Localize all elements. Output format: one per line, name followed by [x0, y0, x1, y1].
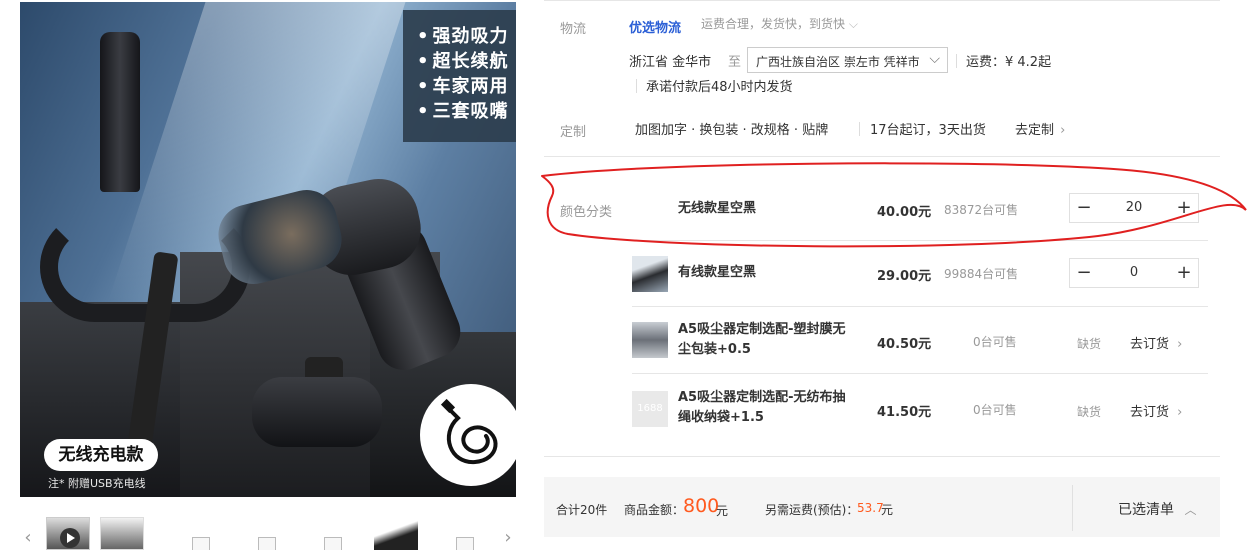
- logistics-label: 物流: [560, 22, 587, 37]
- color-category-label: 颜色分类: [560, 205, 613, 220]
- quantity-input[interactable]: 20: [1100, 200, 1168, 215]
- chevron-right-icon: ›: [1177, 405, 1183, 420]
- chevron-right-icon: ›: [1060, 123, 1066, 138]
- main-product-image[interactable]: 强劲吸力 超长续航 车家两用 三套吸嘴 无线充电款 注* 附赠USB充电线: [20, 2, 516, 497]
- destination-select[interactable]: 广西壮族自治区 崇左市 凭祥市 ⌵: [747, 47, 948, 73]
- variant-price: 40.50元: [877, 337, 932, 352]
- variant-row: A5吸尘器定制选配-塑封膜无尘包装+0.5 40.50元 0台可售 缺货 去订货…: [632, 307, 1220, 373]
- total-count: 合计20件: [556, 503, 608, 517]
- chevron-left-icon[interactable]: ‹: [20, 523, 36, 550]
- out-of-stock-label: 缺货: [1077, 405, 1102, 419]
- out-of-stock-label: 缺货: [1077, 337, 1102, 351]
- shipping-estimate-label: 另需运费(预估)：: [765, 503, 859, 517]
- feature-item: 强劲吸力: [417, 24, 516, 49]
- variant-stock: 83872台可售: [944, 203, 1019, 217]
- logistics-note-text: 运费合理，发货快，到货快: [701, 17, 846, 31]
- customize-min-order: 17台起订，3天出货: [870, 123, 986, 138]
- variant-price: 29.00元: [877, 269, 932, 284]
- plus-icon[interactable]: +: [1170, 259, 1198, 287]
- divider: [544, 156, 1220, 157]
- broken-image-icon[interactable]: [456, 537, 474, 550]
- destination-value: 广西壮族自治区 崇左市 凭祥市: [756, 55, 920, 69]
- feature-item: 超长续航: [417, 49, 516, 74]
- shipping-unit: 元: [881, 503, 894, 517]
- variant-thumbnail[interactable]: [632, 256, 668, 292]
- usb-cable-note: 注* 附赠USB充电线: [48, 477, 146, 490]
- divider: [636, 79, 637, 93]
- shipping-fee: 运费：¥ 4.2起: [966, 55, 1052, 70]
- divider: [1072, 485, 1073, 531]
- variant-name: A5吸尘器定制选配-无纺布抽绳收纳袋+1.5: [678, 390, 846, 425]
- broken-image-icon[interactable]: [324, 537, 342, 550]
- variant-name: 无线款星空黑: [678, 201, 757, 216]
- logistics-brand: 优选物流: [629, 21, 682, 36]
- to-label: 至: [728, 55, 742, 70]
- logistics-note[interactable]: 运费合理，发货快，到货快 ⌵: [701, 15, 858, 32]
- product-page: 强劲吸力 超长续航 车家两用 三套吸嘴 无线充电款 注* 附赠USB充电线 ‹ …: [0, 0, 1250, 550]
- broken-image-icon[interactable]: [258, 537, 276, 550]
- customize-link[interactable]: 去定制 ›: [1015, 119, 1065, 138]
- feature-item: 车家两用: [417, 74, 516, 99]
- thumbnail-video[interactable]: [46, 517, 90, 550]
- customize-label: 定制: [560, 125, 587, 140]
- restock-label: 去订货: [1130, 337, 1170, 352]
- origin-location: 浙江省 金华市: [629, 55, 712, 70]
- feature-item: 三套吸嘴: [417, 99, 516, 124]
- variant-name: 有线款星空黑: [678, 265, 757, 280]
- chevron-right-icon[interactable]: ›: [500, 523, 516, 550]
- thumbnail-strip: ‹ ›: [20, 515, 516, 550]
- variant-row: 1688 A5吸尘器定制选配-无纺布抽绳收纳袋+1.5 41.50元 0台可售 …: [632, 374, 1220, 440]
- play-icon: [60, 528, 80, 548]
- restock-button[interactable]: 去订货 ›: [1130, 333, 1182, 352]
- chevron-up-icon: ︿: [1184, 503, 1197, 517]
- placeholder-thumbnail[interactable]: 1688: [632, 391, 668, 427]
- variant-stock: 99884台可售: [944, 267, 1019, 281]
- variant-row: 无线款星空黑 40.00元 83872台可售 − 20 +: [632, 176, 1220, 242]
- restock-label: 去订货: [1130, 405, 1170, 420]
- variant-row: 有线款星空黑 29.00元 99884台可售 − 0 +: [632, 241, 1220, 307]
- broken-image-icon[interactable]: [192, 537, 210, 550]
- usb-cable-image: [420, 384, 516, 486]
- restock-button[interactable]: 去订货 ›: [1130, 401, 1182, 420]
- amount-label: 商品金额：: [624, 503, 685, 517]
- customize-options: 加图加字 · 换包装 · 改规格 · 贴牌: [635, 123, 829, 138]
- selected-list-toggle[interactable]: 已选清单 ︿: [1118, 499, 1196, 519]
- divider: [859, 122, 860, 136]
- variant-stock: 0台可售: [973, 335, 1017, 349]
- quantity-stepper: − 20 +: [1069, 193, 1199, 223]
- customize-link-label: 去定制: [1015, 123, 1055, 138]
- amount-unit: 元: [716, 504, 729, 518]
- chevron-down-icon: ⌵: [848, 17, 858, 31]
- usb-cable-icon: [440, 398, 498, 465]
- variant-price: 40.00元: [877, 205, 932, 220]
- quantity-input[interactable]: 0: [1100, 265, 1168, 280]
- divider: [544, 456, 1220, 457]
- variant-name: A5吸尘器定制选配-塑封膜无尘包装+0.5: [678, 322, 846, 357]
- thumbnail[interactable]: [374, 517, 418, 550]
- variant-price: 41.50元: [877, 405, 932, 420]
- plus-icon[interactable]: +: [1170, 194, 1198, 222]
- thumbnail[interactable]: [100, 517, 144, 550]
- divider: [956, 54, 957, 68]
- minus-icon[interactable]: −: [1070, 194, 1098, 222]
- divider: [544, 0, 1220, 1]
- total-amount: 800: [683, 495, 720, 517]
- variant-stock: 0台可售: [973, 403, 1017, 417]
- selected-list-label: 已选清单: [1118, 502, 1174, 518]
- chevron-right-icon: ›: [1177, 337, 1183, 352]
- chevron-down-icon: ⌵: [929, 51, 940, 67]
- vacuum-extension-pipe: [100, 32, 140, 192]
- wireless-charging-badge: 无线充电款: [44, 439, 158, 471]
- order-summary-bar: 合计20件 商品金额： 800 元 另需运费(预估)： 53.7 元 已选清单 …: [544, 477, 1220, 537]
- shipping-estimate: 53.7: [857, 501, 884, 515]
- feature-list: 强劲吸力 超长续航 车家两用 三套吸嘴: [403, 10, 516, 142]
- quantity-stepper: − 0 +: [1069, 258, 1199, 288]
- variant-thumbnail[interactable]: [632, 322, 668, 358]
- minus-icon[interactable]: −: [1070, 259, 1098, 287]
- shipping-promise: 承诺付款后48小时内发货: [646, 80, 793, 95]
- brush-head: [252, 377, 382, 447]
